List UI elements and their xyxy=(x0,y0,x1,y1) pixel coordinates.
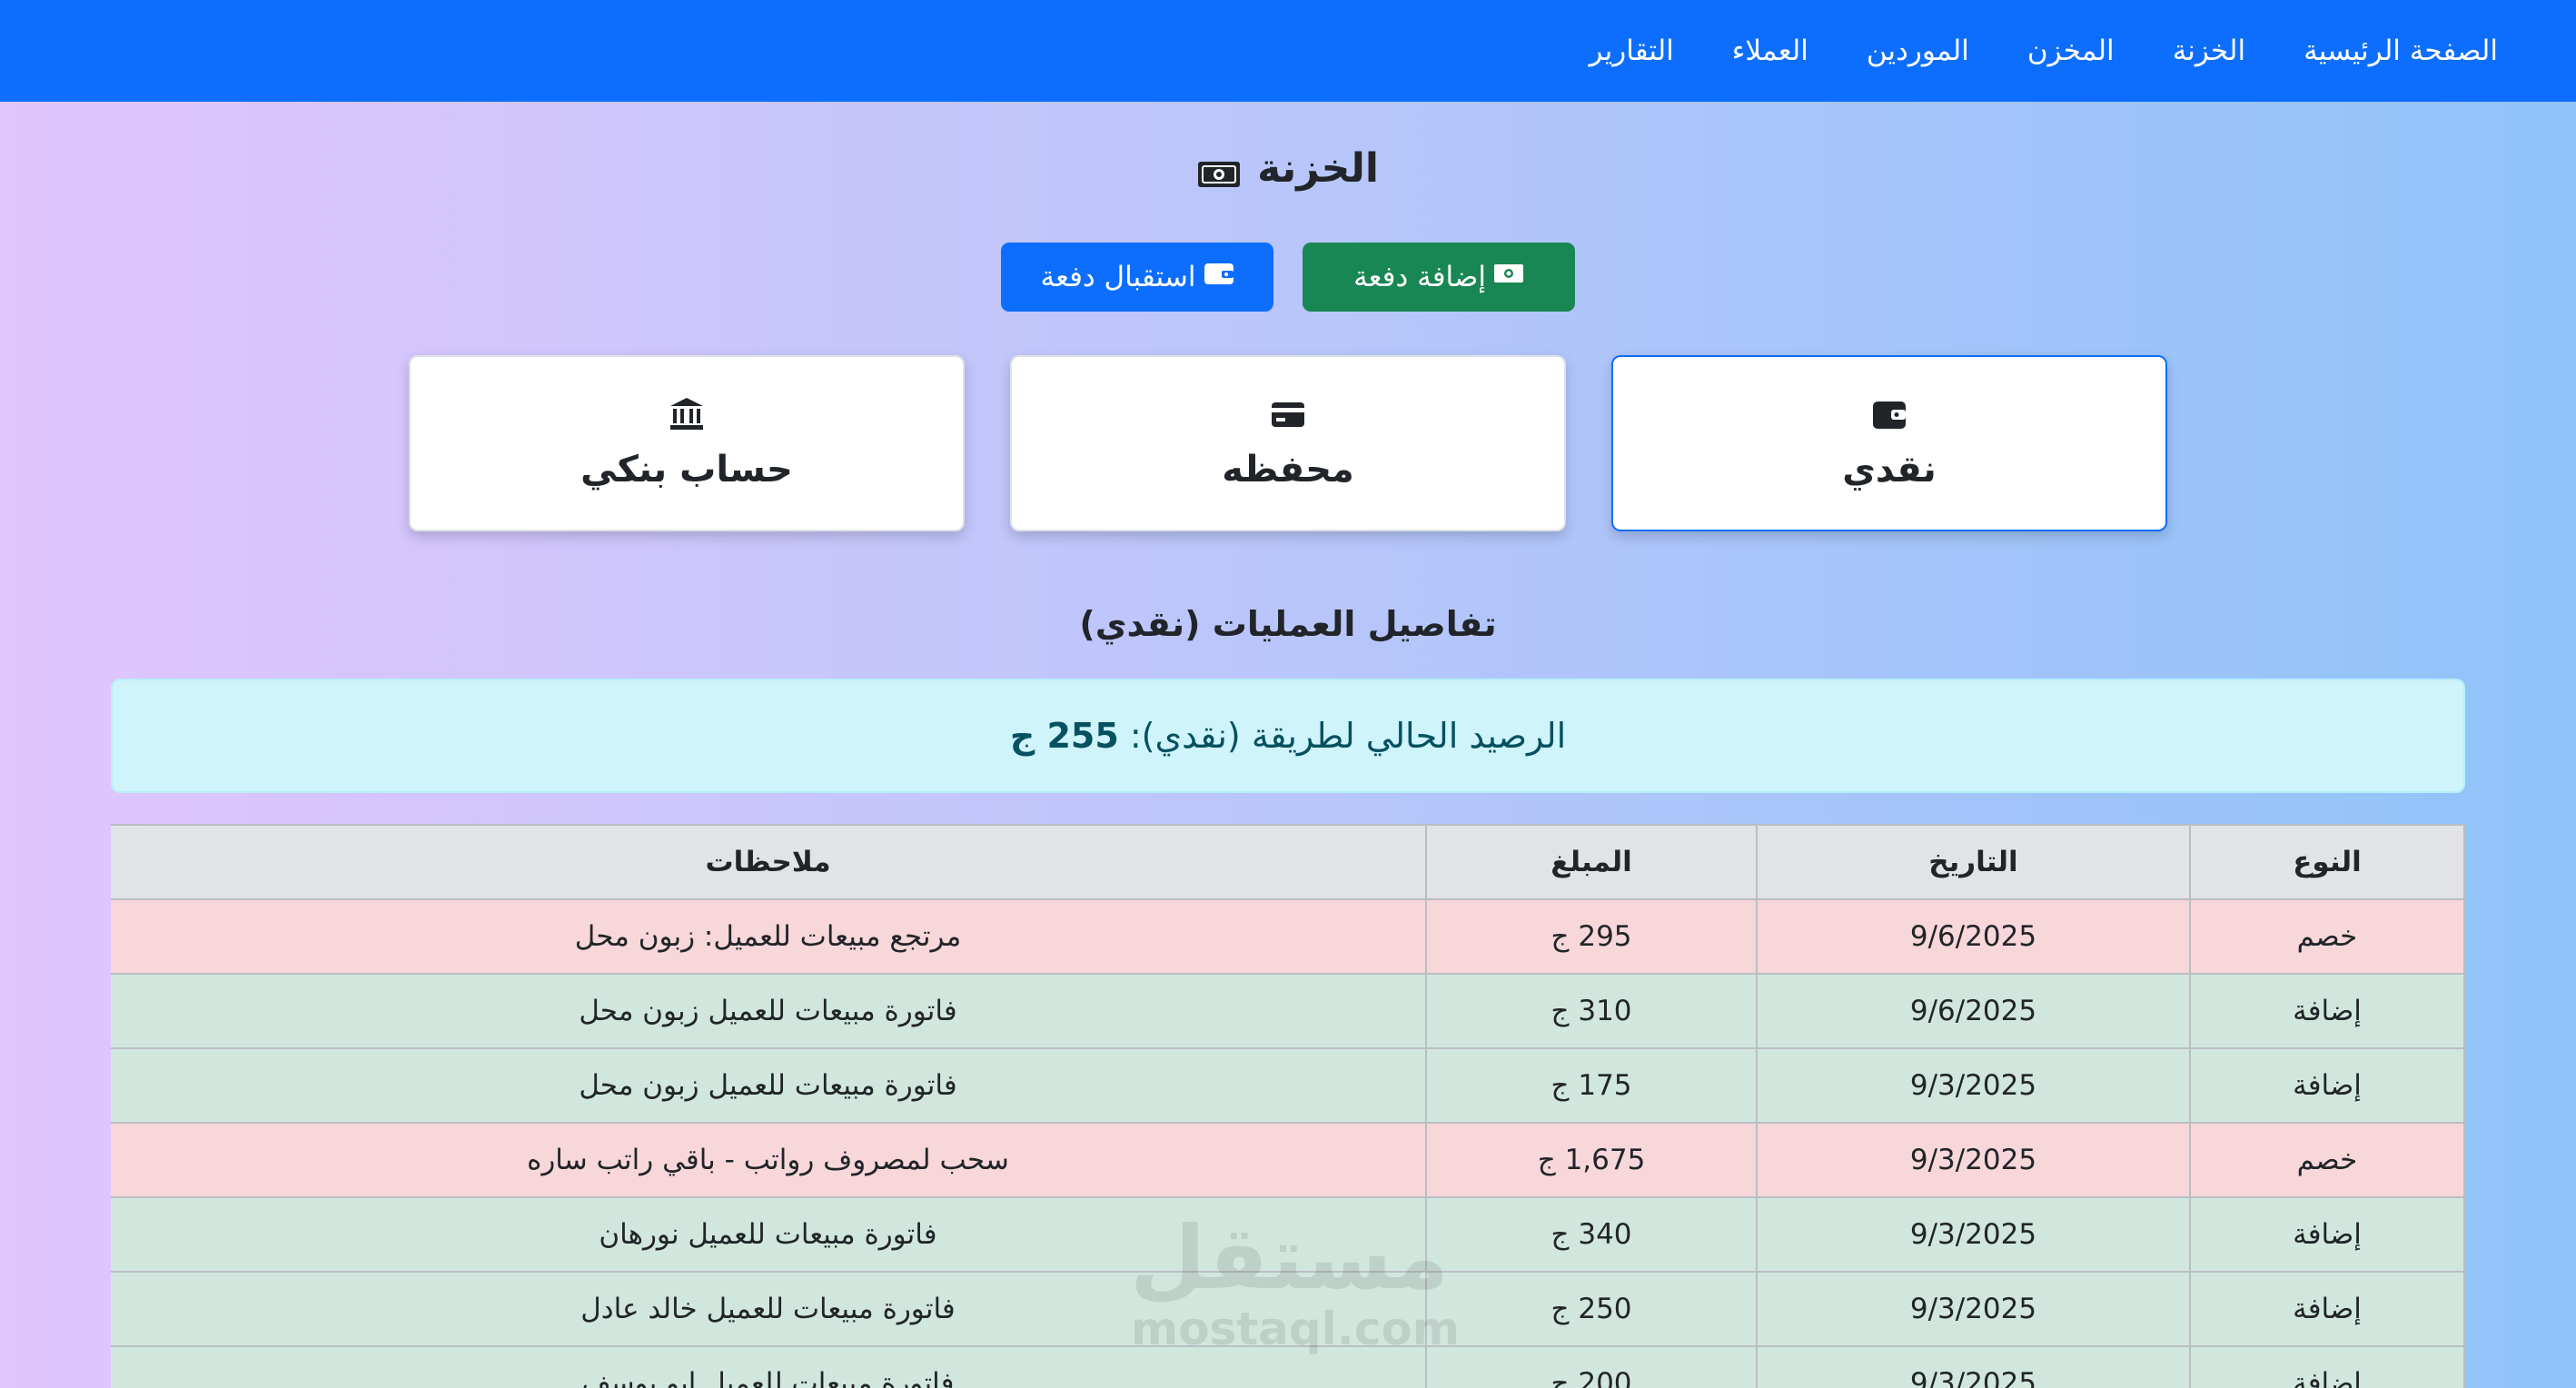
cell-type: إضافة xyxy=(2189,1047,2465,1124)
transactions-table-wrapper[interactable]: النوع التاريخ المبلغ ملاحظات خصم 9/6/202… xyxy=(111,824,2465,1388)
cell-notes: فاتورة مبيعات للعميل زبون محل xyxy=(111,973,1427,1049)
credit-card-icon xyxy=(1270,396,1306,436)
cash-icon xyxy=(1197,154,1241,187)
cell-notes: فاتورة مبيعات للعميل خالد عادل xyxy=(111,1271,1427,1347)
cell-notes: فاتورة مبيعات للعميل نورهان xyxy=(111,1196,1427,1273)
cell-type: خصم xyxy=(2189,1122,2465,1198)
add-payment-button[interactable]: إضافة دفعة xyxy=(1303,243,1575,312)
nav-item-suppliers[interactable]: الموردين xyxy=(1867,35,1969,67)
table-row: إضافة 9/3/2025 175 ج فاتورة مبيعات للعمي… xyxy=(111,1047,2465,1124)
cell-type: إضافة xyxy=(2189,1196,2465,1273)
cell-amount: 1,675 ج xyxy=(1425,1122,1758,1198)
cash-icon xyxy=(1493,261,1524,293)
method-card-bank[interactable]: حساب بنكي xyxy=(409,355,965,531)
cell-date: 9/3/2025 xyxy=(1756,1196,2191,1273)
method-card-wallet[interactable]: محفظه xyxy=(1010,355,1566,531)
cell-type: إضافة xyxy=(2189,1271,2465,1347)
cell-notes: فاتورة مبيعات للعميل ابو يوسف xyxy=(111,1345,1427,1388)
header-amount: المبلغ xyxy=(1425,824,1758,900)
table-row: إضافة 9/6/2025 310 ج فاتورة مبيعات للعمي… xyxy=(111,973,2465,1049)
transactions-title: تفاصيل العمليات (نقدي) xyxy=(1079,604,1497,644)
balance-label: الرصيد الحالي لطريقة (نقدي): xyxy=(1129,716,1567,756)
cell-date: 9/6/2025 xyxy=(1756,973,2191,1049)
cell-notes: سحب لمصروف رواتب - باقي راتب ساره xyxy=(111,1122,1427,1198)
method-card-label: محفظه xyxy=(1222,449,1354,491)
cell-type: خصم xyxy=(2189,898,2465,975)
cell-date: 9/3/2025 xyxy=(1756,1271,2191,1347)
method-card-label: نقدي xyxy=(1842,449,1937,491)
top-navbar: الصفحة الرئيسية الخزنة المخزن الموردين ا… xyxy=(0,0,2576,102)
nav-item-reports[interactable]: التقارير xyxy=(1590,35,1674,67)
page-title: الخزنة xyxy=(0,145,2576,192)
cell-amount: 175 ج xyxy=(1425,1047,1758,1124)
cell-amount: 295 ج xyxy=(1425,898,1758,975)
cell-date: 9/6/2025 xyxy=(1756,898,2191,975)
nav-item-home[interactable]: الصفحة الرئيسية xyxy=(2304,35,2498,67)
cell-amount: 340 ج xyxy=(1425,1196,1758,1273)
table-header-row: النوع التاريخ المبلغ ملاحظات xyxy=(111,824,2465,900)
cell-date: 9/3/2025 xyxy=(1756,1047,2191,1124)
wallet-icon xyxy=(1204,261,1234,293)
action-buttons: إضافة دفعة استقبال دفعة xyxy=(0,243,2576,312)
balance-alert: الرصيد الحالي لطريقة (نقدي): 255 ج xyxy=(111,679,2465,793)
payment-method-cards: نقدي محفظه حساب بنكي xyxy=(0,355,2576,531)
header-type: النوع xyxy=(2189,824,2465,900)
header-date: التاريخ xyxy=(1756,824,2191,900)
cell-type: إضافة xyxy=(2189,1345,2465,1388)
table-row: إضافة 9/3/2025 250 ج فاتورة مبيعات للعمي… xyxy=(111,1271,2465,1347)
cell-notes: فاتورة مبيعات للعميل زبون محل xyxy=(111,1047,1427,1124)
bank-icon xyxy=(669,396,705,436)
receive-payment-label: استقبال دفعة xyxy=(1040,261,1196,293)
header-notes: ملاحظات xyxy=(111,824,1427,900)
transactions-table: النوع التاريخ المبلغ ملاحظات خصم 9/6/202… xyxy=(111,824,2465,1388)
cell-amount: 200 ج xyxy=(1425,1345,1758,1388)
balance-value: 255 ج xyxy=(1009,716,1119,756)
cell-date: 9/3/2025 xyxy=(1756,1122,2191,1198)
wallet-icon xyxy=(1871,396,1907,436)
nav-item-inventory[interactable]: المخزن xyxy=(2027,35,2115,67)
nav-item-customers[interactable]: العملاء xyxy=(1732,35,1808,67)
table-row: إضافة 9/3/2025 340 ج فاتورة مبيعات للعمي… xyxy=(111,1196,2465,1273)
cell-date: 9/3/2025 xyxy=(1756,1345,2191,1388)
cell-type: إضافة xyxy=(2189,973,2465,1049)
page-title-text: الخزنة xyxy=(1257,145,1379,192)
table-row: إضافة 9/3/2025 200 ج فاتورة مبيعات للعمي… xyxy=(111,1345,2465,1388)
table-row: خصم 9/3/2025 1,675 ج سحب لمصروف رواتب - … xyxy=(111,1122,2465,1198)
cell-amount: 310 ج xyxy=(1425,973,1758,1049)
method-card-cash[interactable]: نقدي xyxy=(1611,355,2167,531)
add-payment-label: إضافة دفعة xyxy=(1353,261,1486,293)
cell-notes: مرتجع مبيعات للعميل: زبون محل xyxy=(111,898,1427,975)
receive-payment-button[interactable]: استقبال دفعة xyxy=(1001,243,1273,312)
table-row: خصم 9/6/2025 295 ج مرتجع مبيعات للعميل: … xyxy=(111,898,2465,975)
cell-amount: 250 ج xyxy=(1425,1271,1758,1347)
nav-item-treasury[interactable]: الخزنة xyxy=(2173,35,2245,67)
method-card-label: حساب بنكي xyxy=(580,449,793,491)
